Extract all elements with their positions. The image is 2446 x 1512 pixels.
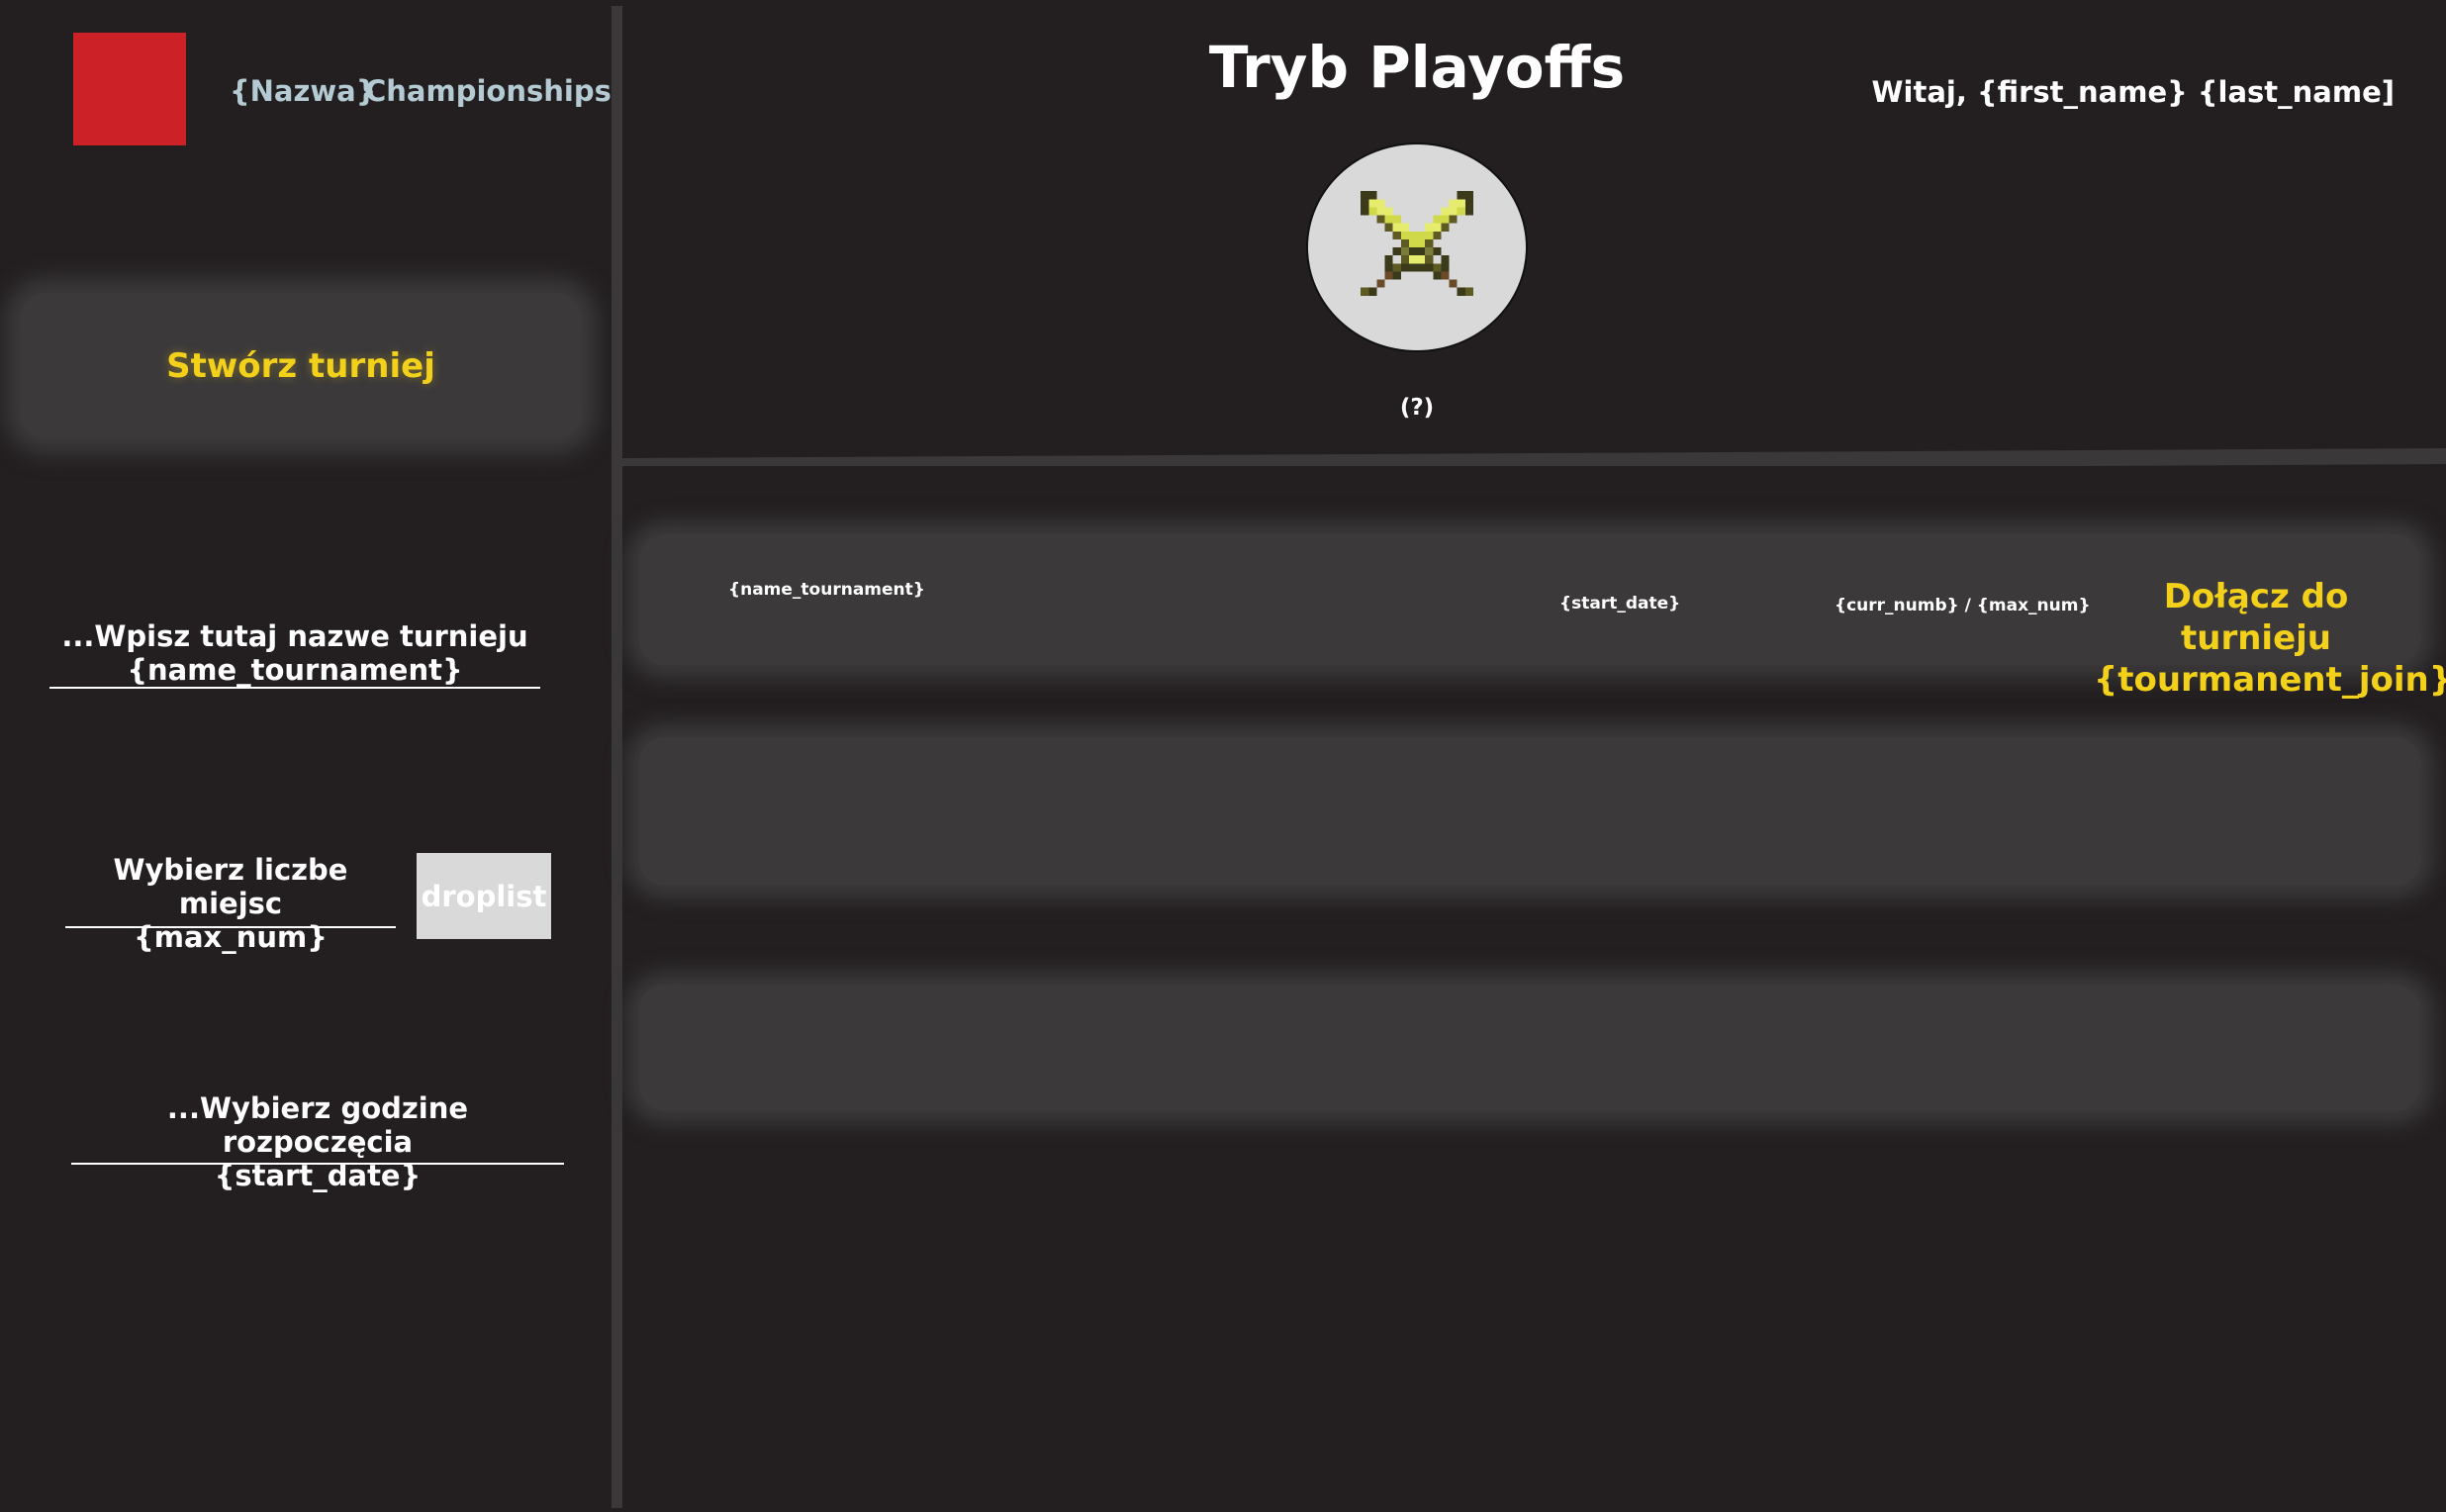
page-title: Tryb Playoffs	[1208, 34, 1626, 101]
max-players-droplist[interactable]: droplist	[417, 853, 551, 939]
sidebar-divider	[612, 6, 622, 1508]
join-tournament-button[interactable]: Dołącz do turnieju {tourmanent_join}	[2094, 576, 2446, 700]
crossed-swords-icon	[1306, 142, 1528, 352]
start-time-input[interactable]: ...Wybierz godzine rozpoczęcia {start_da…	[71, 1091, 564, 1192]
tournament-name-placeholder: ...Wpisz tutaj nazwe turnieju	[61, 619, 528, 653]
user-greeting: Witaj, {first_name} {last_name]	[1871, 75, 2395, 109]
brand-suffix: Championships	[365, 74, 612, 108]
tournament-row-placeholder	[639, 737, 2420, 886]
help-label[interactable]: (?)	[1377, 390, 1457, 425]
start-time-placeholder: ...Wybierz godzine rozpoczęcia	[166, 1091, 469, 1159]
tournament-name-input[interactable]: ...Wpisz tutaj nazwe turnieju {name_tour…	[49, 619, 540, 689]
tournament-name-variable: {name_tournament}	[127, 653, 463, 687]
join-tournament-variable: {tourmanent_join}	[2094, 660, 2446, 700]
logo[interactable]	[73, 33, 186, 145]
app-root: {Nazwa} Championships Stwórz turniej ...…	[0, 0, 2446, 1512]
create-tournament-button[interactable]: Stwórz turniej	[20, 293, 582, 439]
max-players-label: Wybierz liczbe miejsc	[113, 853, 348, 920]
brand-name: {Nazwa}	[230, 74, 377, 108]
max-players-variable: {max_num}	[134, 920, 328, 954]
join-tournament-label: Dołącz do turnieju	[2163, 577, 2349, 658]
header-divider	[621, 448, 2446, 466]
tournament-start-date: {start_date}	[1559, 594, 1681, 614]
tournament-name: {name_tournament}	[728, 580, 925, 600]
tournament-row-placeholder	[639, 985, 2420, 1111]
max-players-field[interactable]: Wybierz liczbe miejsc {max_num}	[65, 853, 396, 954]
start-time-variable: {start_date}	[214, 1159, 422, 1192]
tournament-player-count: {curr_numb} / {max_num}	[1834, 596, 2091, 615]
